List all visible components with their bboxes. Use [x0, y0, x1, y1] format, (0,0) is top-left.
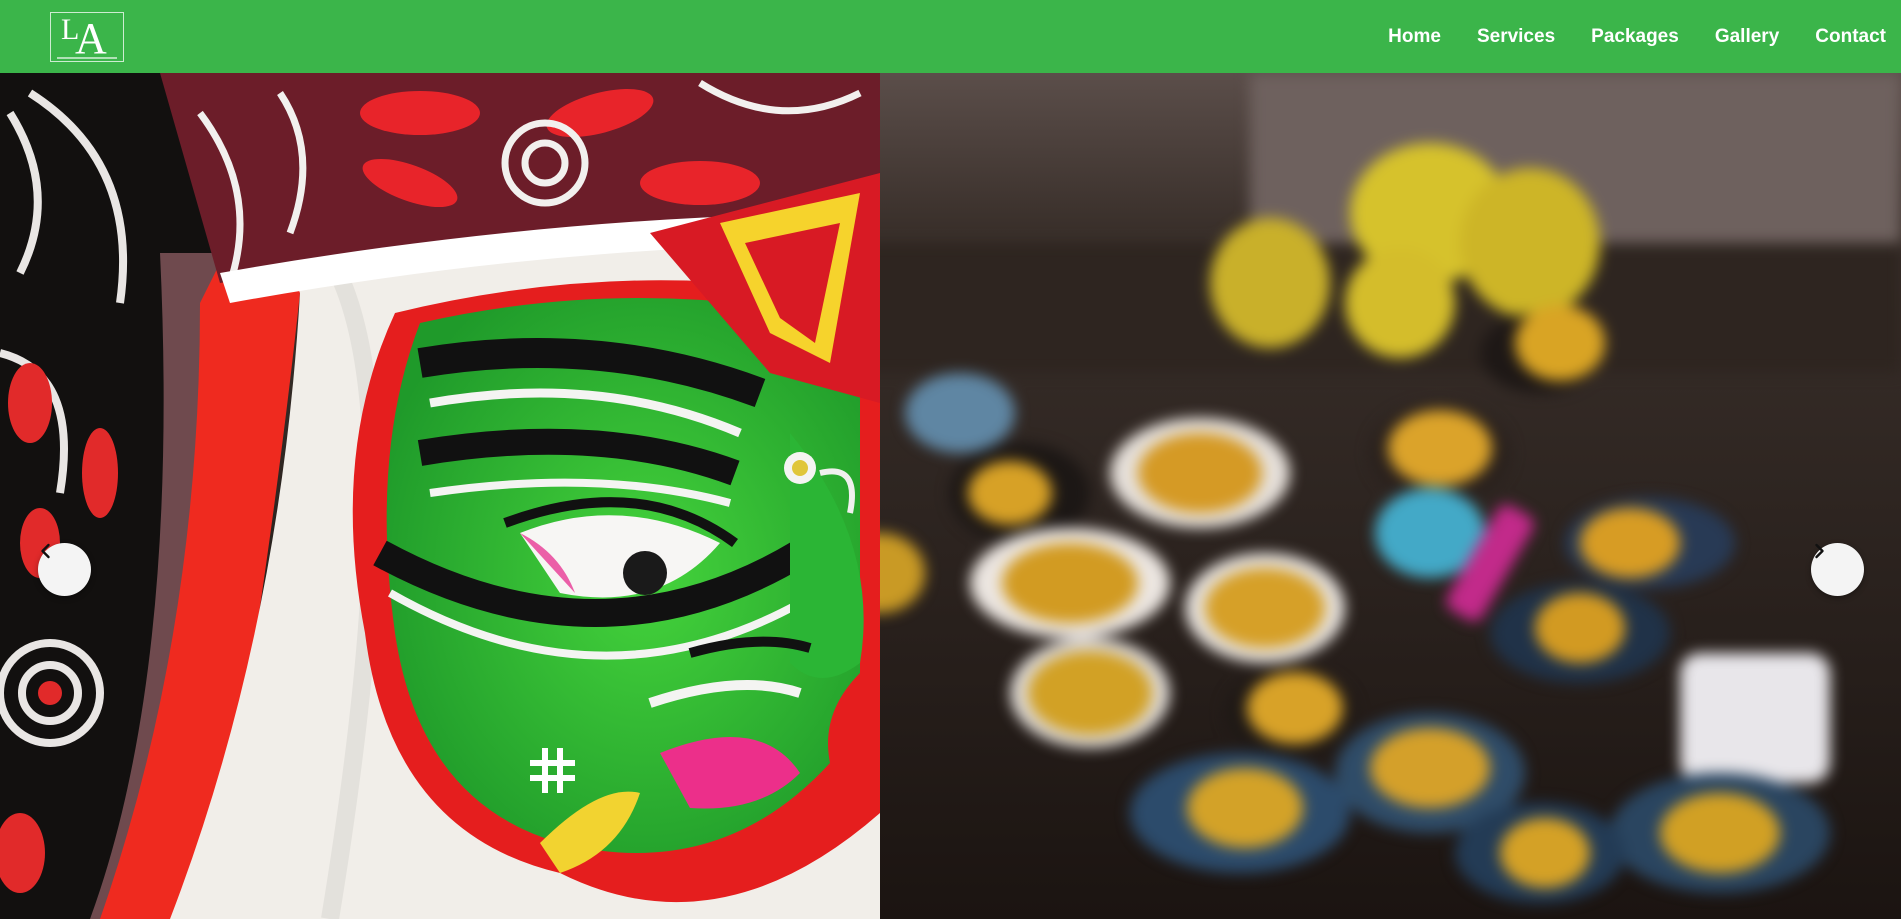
chevron-right-icon [1815, 543, 1824, 559]
hero-slide-image [0, 73, 1901, 919]
nav-link-gallery[interactable]: Gallery [1715, 26, 1779, 48]
nav-link-services[interactable]: Services [1477, 26, 1555, 48]
nav-link-packages[interactable]: Packages [1591, 26, 1679, 48]
site-logo[interactable]: L A [50, 11, 124, 63]
carousel-prev-button[interactable] [38, 543, 91, 596]
chevron-left-icon [41, 543, 50, 559]
top-navbar: L A Home Services Packages Gallery Conta… [0, 0, 1901, 73]
carousel-next-button[interactable] [1811, 543, 1864, 596]
logo-tagline-mark [57, 56, 117, 59]
logo-letter-a: A [75, 13, 107, 63]
nav-link-contact[interactable]: Contact [1815, 26, 1886, 48]
nav-link-home[interactable]: Home [1388, 26, 1441, 48]
hero-carousel [0, 73, 1901, 919]
main-nav: Home Services Packages Gallery Contact [1388, 0, 1901, 73]
